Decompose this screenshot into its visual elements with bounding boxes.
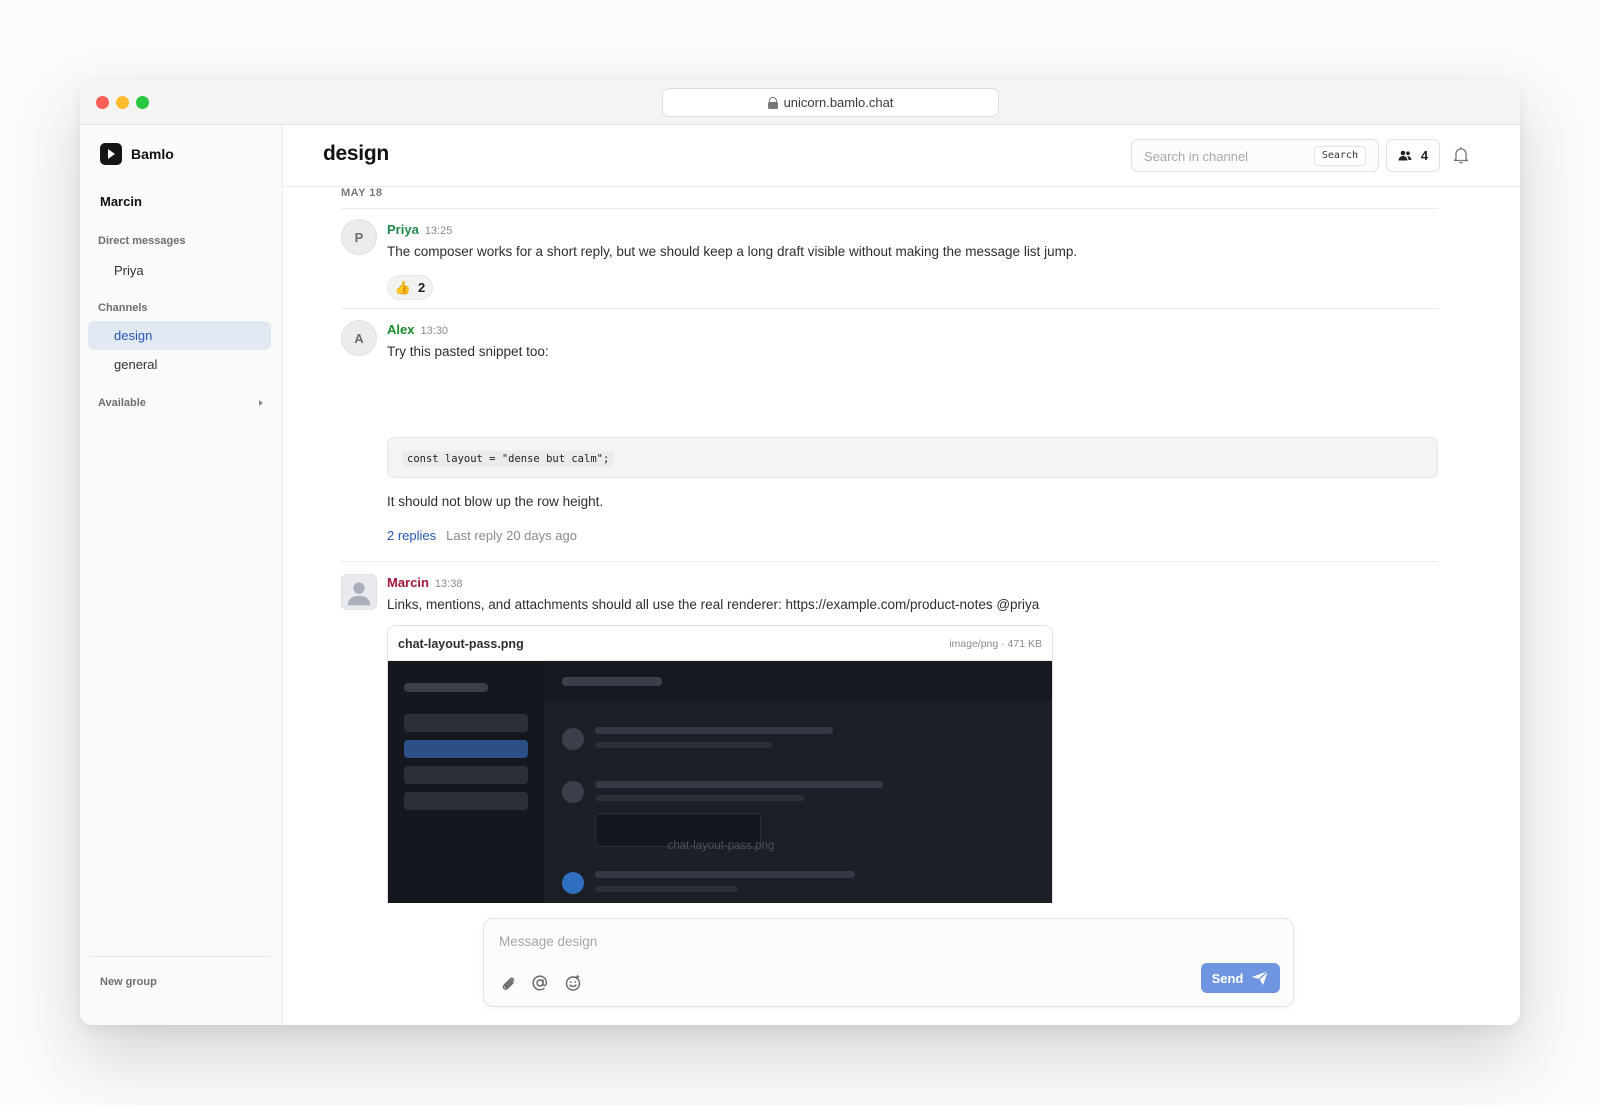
preview-avatar — [562, 728, 584, 750]
attachment-preview[interactable]: chat-layout-pass.png — [388, 661, 1052, 903]
sidebar: Bamlo Marcin Direct messages Priya Chann… — [80, 125, 283, 1025]
play-logo-icon — [100, 143, 122, 165]
message-author[interactable]: Alex 13:30 — [387, 322, 448, 337]
maximize-window-button[interactable] — [136, 96, 149, 109]
code-block[interactable]: const layout = "dense but calm"; — [387, 437, 1438, 478]
author-name[interactable]: Alex — [387, 322, 414, 337]
brand[interactable]: Bamlo — [100, 143, 174, 165]
date-divider-label: MAY 18 — [341, 187, 383, 199]
message-divider — [341, 308, 1438, 309]
paperclip-icon[interactable] — [499, 974, 517, 992]
preview-sidebar — [388, 661, 544, 903]
bell-icon[interactable] — [1453, 146, 1469, 164]
avatar[interactable] — [341, 574, 377, 610]
preview-bar — [595, 742, 772, 748]
sidebar-divider — [90, 956, 270, 957]
message-author[interactable]: Marcin 13:38 — [387, 575, 462, 590]
send-button[interactable]: Send — [1201, 963, 1280, 993]
channel-header: design Search in channel Search 4 — [283, 125, 1520, 187]
members-button[interactable]: 4 — [1386, 139, 1440, 172]
message-list[interactable]: MAY 18 P Priya 13:25 The composer works f… — [283, 187, 1520, 903]
preview-bar — [404, 766, 528, 784]
reaction-thumbs-up[interactable]: 👍 2 — [387, 275, 433, 300]
search-input[interactable]: Search in channel — [1144, 149, 1248, 164]
caret-right-icon — [259, 400, 263, 406]
member-count: 4 — [1420, 148, 1429, 163]
preview-bar — [404, 792, 528, 810]
preview-header — [544, 661, 1052, 701]
preview-bar — [595, 871, 855, 878]
main-panel: design Search in channel Search 4 MAY 18… — [283, 125, 1520, 1025]
attachment-meta: image/png · 471 KB — [949, 638, 1042, 650]
users-icon — [1398, 150, 1412, 161]
message-time: 13:38 — [434, 578, 463, 590]
preview-bar — [404, 683, 488, 692]
close-window-button[interactable] — [96, 96, 109, 109]
preview-bar — [562, 677, 662, 686]
message-author[interactable]: Priya 13:25 — [387, 222, 452, 237]
address-bar[interactable]: unicorn.bamlo.chat — [662, 88, 999, 117]
message-text: The composer works for a short reply, bu… — [387, 244, 1078, 259]
preview-avatar — [562, 872, 584, 894]
message-text: Links, mentions, and attachments should … — [387, 597, 1040, 612]
browser-window: unicorn.bamlo.chat Bamlo Marcin Direct m… — [80, 80, 1520, 1025]
at-icon[interactable] — [531, 974, 549, 992]
sidebar-item-design[interactable]: design — [88, 321, 271, 350]
preview-bar — [595, 781, 883, 788]
brand-name: Bamlo — [131, 146, 174, 162]
send-plane-icon — [1252, 970, 1269, 985]
preview-bar — [404, 740, 528, 758]
avatar[interactable]: P — [341, 219, 377, 255]
message-divider — [341, 561, 1438, 562]
preview-bar — [595, 795, 805, 801]
channel-search[interactable]: Search in channel Search — [1131, 139, 1379, 172]
channel-title: design — [323, 142, 389, 165]
message-text: Try this pasted snippet too: — [387, 344, 549, 359]
minimize-window-button[interactable] — [116, 96, 129, 109]
code-snippet: const layout = "dense but calm"; — [402, 451, 615, 467]
user-placeholder-icon — [347, 582, 371, 606]
author-name[interactable]: Marcin — [387, 575, 429, 590]
status-label: Available — [98, 397, 146, 409]
message-input[interactable]: Message design — [499, 934, 597, 949]
new-group-button[interactable]: New group — [100, 976, 157, 988]
attachment-name[interactable]: chat-layout-pass.png — [398, 637, 524, 651]
sidebar-item-general[interactable]: general — [114, 357, 157, 372]
thumbs-up-icon: 👍 — [394, 279, 411, 295]
channels-heading: Channels — [98, 302, 148, 314]
send-label: Send — [1211, 970, 1244, 986]
preview-bar — [595, 886, 738, 892]
search-button[interactable]: Search — [1313, 146, 1366, 166]
message-time: 13:25 — [424, 225, 453, 237]
preview-avatar — [562, 781, 584, 803]
status-selector[interactable]: Available — [98, 397, 263, 409]
message-composer[interactable]: Message design Send — [483, 918, 1294, 1007]
attachment-header: chat-layout-pass.png image/png · 471 KB — [388, 626, 1052, 661]
reaction-count: 2 — [417, 280, 426, 295]
direct-messages-heading: Direct messages — [98, 235, 186, 247]
avatar[interactable]: A — [341, 320, 377, 356]
sidebar-item-priya[interactable]: Priya — [114, 263, 144, 278]
current-user-name[interactable]: Marcin — [100, 194, 142, 209]
url-text: unicorn.bamlo.chat — [783, 95, 894, 110]
message-time: 13:30 — [420, 325, 448, 337]
image-attachment[interactable]: chat-layout-pass.png image/png · 471 KB — [387, 625, 1053, 903]
replies-link[interactable]: 2 replies — [387, 528, 436, 543]
thread-summary: 2 replies Last reply 20 days ago — [387, 528, 577, 543]
emoji-icon[interactable] — [564, 974, 582, 992]
author-name[interactable]: Priya — [387, 222, 419, 237]
preview-caption: chat-layout-pass.png — [667, 840, 775, 852]
last-reply-time: Last reply 20 days ago — [446, 528, 577, 543]
date-divider — [341, 208, 1438, 209]
lock-icon — [767, 96, 778, 109]
preview-bar — [595, 727, 833, 734]
title-bar: unicorn.bamlo.chat — [80, 80, 1520, 125]
message-text-continued: It should not blow up the row height. — [387, 494, 604, 509]
preview-bar — [404, 714, 528, 732]
